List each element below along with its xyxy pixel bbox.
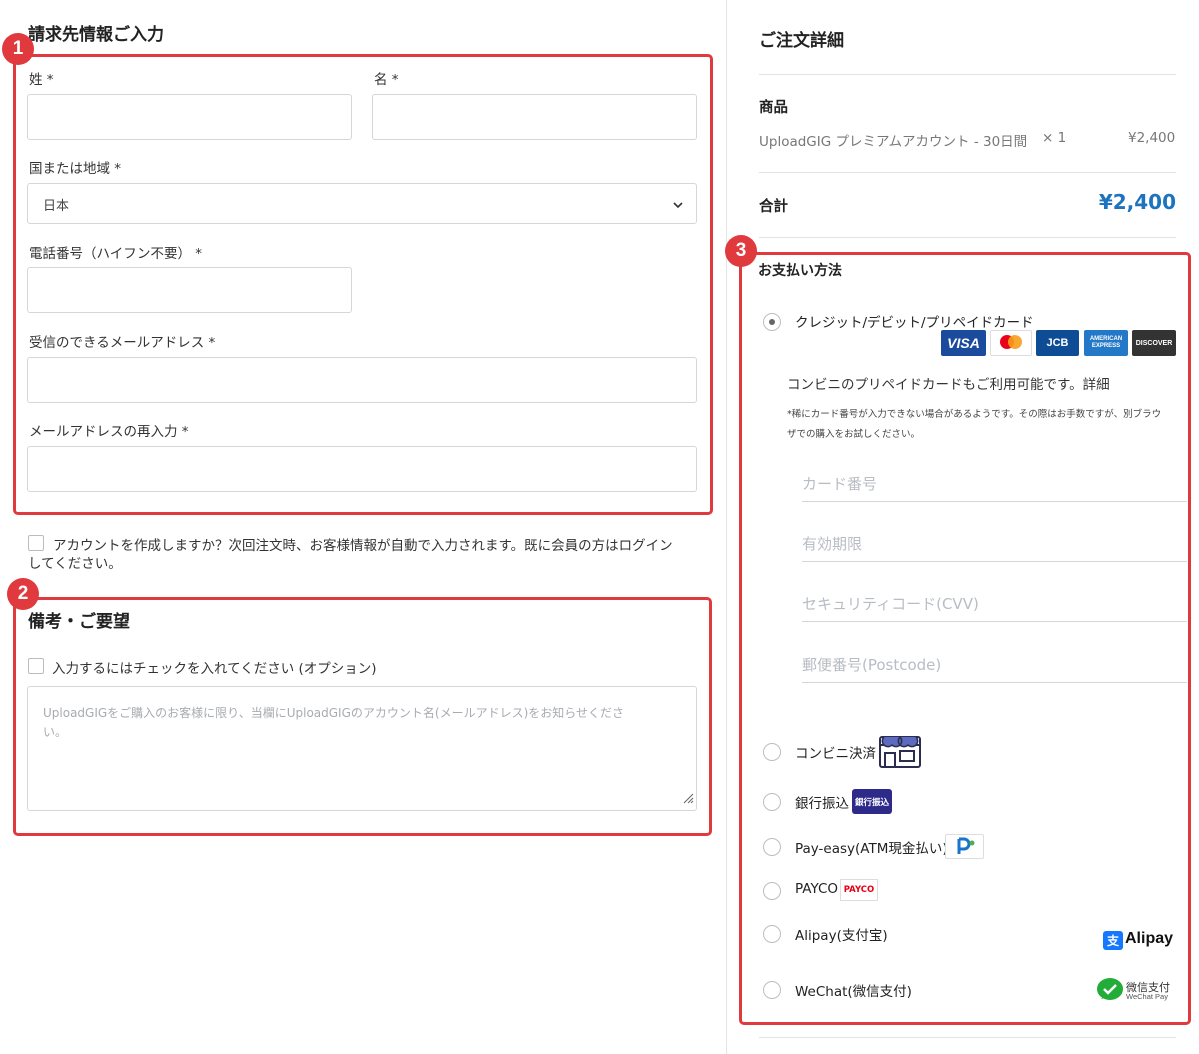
mastercard-logo-icon — [990, 330, 1032, 356]
email-confirm-label: メールアドレスの再入力 * — [29, 424, 189, 440]
expiry-underline — [802, 561, 1187, 562]
alipay-logo-text: Alipay — [1125, 930, 1174, 947]
notes-placeholder-line2: い。 — [43, 725, 68, 739]
first-name-label: 名 * — [374, 72, 399, 88]
chevron-down-icon — [672, 196, 684, 215]
jcb-logo-icon: JCB — [1036, 330, 1079, 356]
column-divider — [726, 0, 727, 1054]
payment-highlight-box — [739, 252, 1191, 1025]
bank-transfer-logo-icon: 銀行振込 — [852, 789, 892, 814]
payco-logo-icon: PAYCO — [840, 879, 878, 901]
postcode-placeholder: 郵便番号(Postcode) — [802, 656, 942, 674]
create-account-label-line1: アカウントを作成しますか？次回注文時、お客様情報が自動で入力されます。既に会員の… — [53, 538, 673, 554]
payeasy-logo-icon — [945, 834, 984, 859]
total-value: ¥2,400 — [1098, 190, 1176, 214]
store-icon — [878, 735, 922, 773]
card-warning-line1: *稀にカード番号が入力できない場合があるようです。その際はお手数ですが、別ブラウ — [787, 409, 1162, 420]
order-divider-top — [759, 74, 1176, 75]
product-qty: × 1 — [1042, 130, 1067, 146]
badge-3: 3 — [725, 235, 757, 267]
phone-input[interactable] — [27, 267, 352, 313]
phone-label: 電話番号（ハイフン不要） * — [29, 246, 203, 262]
payment-title: お支払い方法 — [758, 263, 842, 279]
first-name-input[interactable] — [372, 94, 697, 140]
cvv-underline — [802, 621, 1187, 622]
notes-checkbox-label: 入力するにはチェックを入れてください (オプション) — [52, 661, 377, 677]
notes-textarea[interactable]: UploadGIGをご購入のお客様に限り、当欄にUploadGIGのアカウント名… — [27, 686, 697, 811]
expiry-placeholder: 有効期限 — [802, 535, 863, 553]
konbini-label: コンビニ決済 — [795, 746, 876, 762]
create-account-label-line2: してください。 — [28, 556, 122, 572]
country-value: 日本 — [43, 199, 70, 214]
badge-2: 2 — [7, 578, 39, 610]
card-number-field[interactable]: カード番号 — [802, 460, 1187, 502]
alipay-label: Alipay(支付宝) — [795, 928, 888, 944]
email-confirm-input[interactable] — [27, 446, 697, 492]
billing-title: 請求先情報ご入力 — [28, 25, 164, 45]
postcode-field[interactable]: 郵便番号(Postcode) — [802, 641, 1187, 683]
order-title: ご注文詳細 — [759, 31, 844, 51]
radio-bank-transfer[interactable] — [763, 793, 781, 811]
alipay-symbol-icon: 支 — [1103, 931, 1123, 950]
country-label: 国または地域 * — [29, 161, 122, 177]
radio-alipay[interactable] — [763, 925, 781, 943]
product-name: UploadGIG プレミアムアカウント - 30日間 — [759, 134, 1028, 150]
email-input[interactable] — [27, 357, 697, 403]
create-account-checkbox[interactable] — [28, 535, 44, 551]
last-name-input[interactable] — [27, 94, 352, 140]
product-header: 商品 — [759, 100, 788, 116]
email-label: 受信のできるメールアドレス * — [29, 335, 216, 351]
country-select[interactable]: 日本 — [27, 183, 697, 224]
notes-placeholder-line1: UploadGIGをご購入のお客様に限り、当欄にUploadGIGのアカウント名… — [43, 706, 625, 720]
radio-payco[interactable] — [763, 882, 781, 900]
payeasy-label: Pay-easy(ATM現金払い) — [795, 841, 948, 857]
order-divider-bottom — [759, 237, 1176, 238]
card-number-underline — [802, 501, 1187, 502]
amex-logo-icon: AMERICAN EXPRESS — [1084, 330, 1128, 356]
notes-title: 備考・ご要望 — [28, 612, 130, 632]
total-label: 合計 — [759, 199, 788, 215]
cvv-placeholder: セキュリティコード(CVV) — [802, 595, 979, 613]
wechat-logo-sub: WeChat Pay — [1126, 992, 1168, 1001]
postcode-underline — [802, 682, 1187, 683]
card-option-label: クレジット/デビット/プリペイドカード — [795, 315, 1034, 331]
card-warning-line2: ザでの購入をお試しください。 — [787, 429, 921, 440]
product-price: ¥2,400 — [1128, 130, 1176, 146]
wechat-pay-icon — [1096, 977, 1124, 1007]
radio-card[interactable] — [763, 313, 781, 331]
radio-wechat[interactable] — [763, 981, 781, 999]
radio-konbini[interactable] — [763, 743, 781, 761]
payco-label: PAYCO — [795, 881, 839, 897]
payment-divider-bottom — [759, 1037, 1176, 1038]
card-number-placeholder: カード番号 — [802, 475, 878, 493]
notes-checkbox[interactable] — [28, 658, 44, 674]
bank-transfer-label: 銀行振込 — [795, 796, 849, 812]
cvv-field[interactable]: セキュリティコード(CVV) — [802, 580, 1187, 622]
order-divider-middle — [759, 172, 1176, 173]
badge-1: 1 — [2, 33, 34, 65]
visa-logo-icon: VISA — [941, 330, 986, 356]
expiry-field[interactable]: 有効期限 — [802, 520, 1187, 562]
resize-handle-icon[interactable] — [682, 789, 694, 808]
last-name-label: 姓 * — [29, 72, 54, 88]
discover-logo-icon: DISCOVER — [1132, 330, 1176, 356]
card-note: コンビニのプリペイドカードもご利用可能です。詳細 — [787, 377, 1110, 393]
wechat-label: WeChat(微信支付) — [795, 984, 912, 1000]
radio-payeasy[interactable] — [763, 838, 781, 856]
